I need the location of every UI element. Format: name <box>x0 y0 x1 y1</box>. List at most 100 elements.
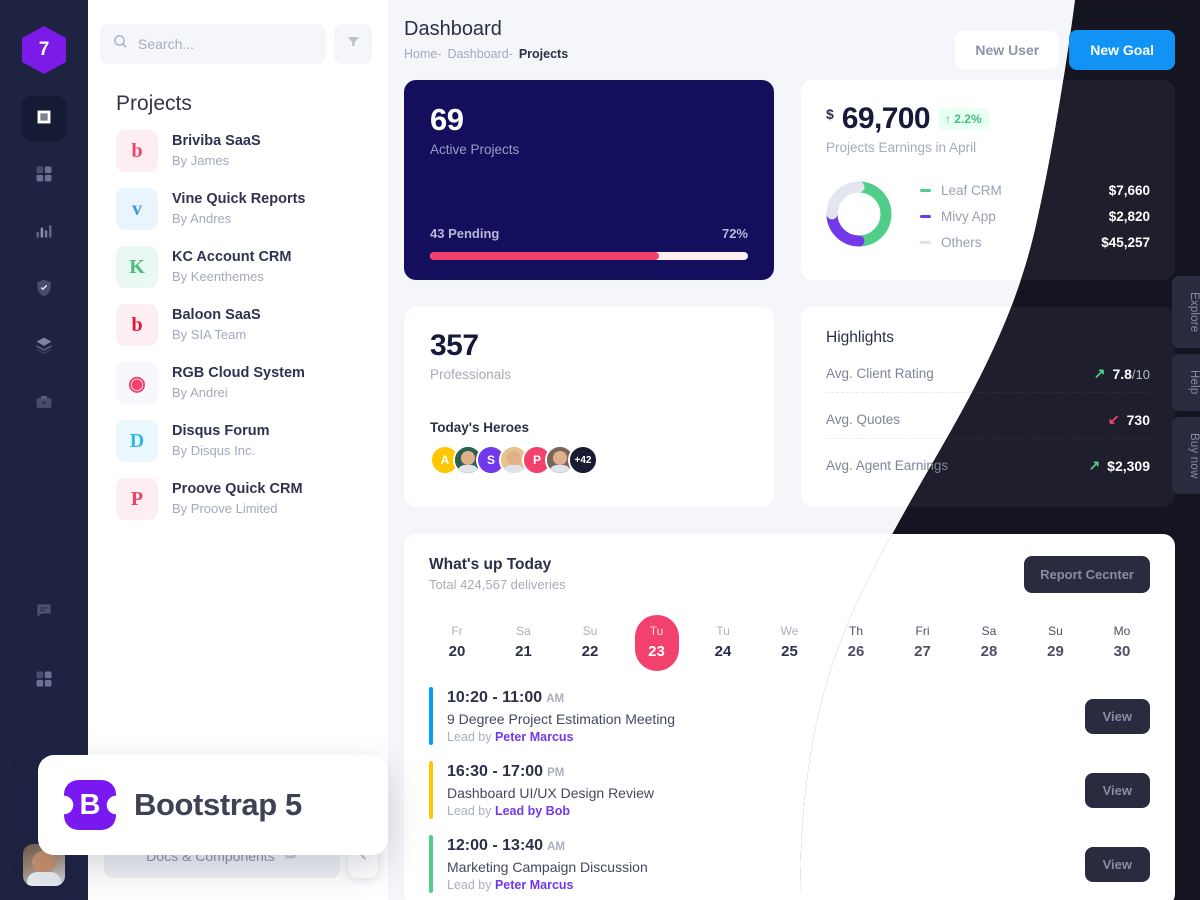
day-name: Tu <box>649 624 664 638</box>
day-number: 25 <box>781 643 798 660</box>
day-name: Fri <box>915 624 930 638</box>
day-item[interactable]: Fr 20 <box>435 615 479 671</box>
day-name: Sa <box>981 624 997 638</box>
report-center-button[interactable]: Report Cecnter <box>1024 556 1150 593</box>
event-color-bar <box>429 761 433 819</box>
side-tab-buy-now[interactable]: Buy now <box>1172 416 1200 495</box>
panel-search-row <box>88 0 388 64</box>
project-logo-icon: v <box>116 188 158 230</box>
new-goal-button[interactable]: New Goal <box>1069 30 1175 70</box>
breadcrumb-item[interactable]: Dashboard- <box>448 47 513 61</box>
rail-item-5[interactable] <box>21 381 67 427</box>
day-name: Tu <box>716 624 730 638</box>
rail-item-1[interactable] <box>21 153 67 199</box>
pending-label: 43 Pending <box>430 226 500 241</box>
rail-bottom-item-1[interactable] <box>21 658 67 704</box>
list-item[interactable]: v Vine Quick Reports By Andres <box>104 180 372 238</box>
list-item[interactable]: P Proove Quick CRM By Proove Limited <box>104 470 372 528</box>
avatar[interactable]: +42 <box>568 445 598 475</box>
search-input[interactable] <box>138 36 314 52</box>
project-name: Disqus Forum <box>172 423 270 440</box>
day-number: 23 <box>648 643 665 660</box>
list-item[interactable]: D Disqus Forum By Disqus Inc. <box>104 412 372 470</box>
event-title: 9 Degree Project Estimation Meeting <box>447 710 675 727</box>
day-item[interactable]: Fri 27 <box>901 615 945 671</box>
filter-button[interactable] <box>334 24 372 64</box>
search-box[interactable] <box>100 24 326 64</box>
whats-up-title: What's up Today <box>429 556 552 573</box>
day-name: Mo <box>1113 624 1131 638</box>
heroes-avatar-group: ASP+42 <box>430 445 748 475</box>
progress-percent: 72% <box>721 226 748 241</box>
view-button[interactable]: View <box>1085 699 1150 734</box>
day-number: 28 <box>980 643 998 660</box>
earnings-amount: 69,700 <box>841 102 931 135</box>
event-lead: Lead by Lead by Bob <box>447 803 570 818</box>
artboard-icon <box>33 106 55 133</box>
day-item[interactable]: Su 29 <box>1034 615 1078 671</box>
project-author: By SIA Team <box>172 326 247 342</box>
event-title: Marketing Campaign Discussion <box>447 858 648 875</box>
event-lead: Lead by Peter Marcus <box>447 877 574 892</box>
project-name: Proove Quick CRM <box>172 481 303 498</box>
day-item[interactable]: Mo 30 <box>1100 615 1144 671</box>
breadcrumb: Home- Dashboard- Projects <box>404 47 568 61</box>
legend-label: Leaf CRM <box>941 182 1002 198</box>
rail-item-2[interactable] <box>21 210 67 256</box>
list-item[interactable]: b Baloon SaaS By SIA Team <box>104 296 372 354</box>
project-logo-icon: P <box>116 478 158 520</box>
event-time: 10:20 - 11:00AM <box>447 688 565 706</box>
active-projects-card: 69 Active Projects 43 Pending 72% <box>404 80 774 280</box>
highlight-label: Avg. Client Rating <box>826 366 934 381</box>
rail-item-0[interactable] <box>21 96 67 142</box>
project-logo-icon: K <box>116 246 158 288</box>
breadcrumb-item[interactable]: Projects <box>519 47 568 61</box>
progress-track <box>430 252 748 260</box>
legend-label: Mivy App <box>941 208 996 224</box>
rail-item-4[interactable] <box>21 324 67 370</box>
projects-list: b Briviba SaaS By James v Vine Quick Reports… <box>88 122 388 528</box>
side-tab-help[interactable]: Help <box>1172 354 1200 411</box>
project-name: Briviba SaaS <box>172 133 261 150</box>
day-number: 21 <box>515 643 532 660</box>
legend-swatch <box>920 214 931 218</box>
list-item[interactable]: ◉ RGB Cloud System By Andrei <box>104 354 372 412</box>
search-icon <box>112 33 129 55</box>
day-item[interactable]: Tu 24 <box>701 615 745 671</box>
active-projects-label: Active Projects <box>430 142 520 157</box>
project-name: Baloon SaaS <box>172 307 261 324</box>
bootstrap-toast[interactable]: B Bootstrap 5 <box>38 755 388 855</box>
new-user-button[interactable]: New User <box>955 31 1060 69</box>
day-item[interactable]: Sa 28 <box>967 615 1011 671</box>
day-item[interactable]: Sa 21 <box>502 615 546 671</box>
rail-item-3[interactable] <box>21 267 67 313</box>
grid-icon <box>34 164 54 189</box>
day-number: 26 <box>847 643 865 660</box>
side-tab-explore[interactable]: Explore <box>1172 276 1200 349</box>
chat-icon <box>34 601 54 626</box>
rail-bottom-item-0[interactable] <box>21 590 67 636</box>
view-button[interactable]: View <box>1085 773 1150 808</box>
view-button[interactable]: View <box>1085 847 1150 882</box>
side-tabs: Explore Help Buy now <box>1172 276 1200 495</box>
breadcrumb-item[interactable]: Home- <box>404 47 442 61</box>
earnings-donut-chart <box>826 181 892 252</box>
legend-value: $7,660 <box>1108 182 1150 198</box>
project-author: By Proove Limited <box>172 500 278 516</box>
legend-value: $2,820 <box>1108 208 1150 224</box>
day-number: 22 <box>581 643 599 660</box>
day-item[interactable]: We 25 <box>768 615 812 671</box>
event-color-bar <box>429 835 433 893</box>
day-item[interactable]: Tu 23 <box>634 615 679 671</box>
day-name: Fr <box>451 624 463 638</box>
list-item[interactable]: K KC Account CRM By Keenthemes <box>104 238 372 296</box>
day-name: Sa <box>516 624 531 638</box>
highlight-value: 7.8/10 <box>1112 365 1150 382</box>
project-name: Vine Quick Reports <box>172 191 306 208</box>
list-item[interactable]: b Briviba SaaS By James <box>104 122 372 180</box>
day-item[interactable]: Su 22 <box>568 615 612 671</box>
event-time: 16:30 - 17:00PM <box>447 762 565 780</box>
bootstrap-logo-icon: B <box>64 780 116 830</box>
highlight-value: $2,309 <box>1107 457 1150 474</box>
app-logo[interactable]: 7 <box>22 26 66 74</box>
